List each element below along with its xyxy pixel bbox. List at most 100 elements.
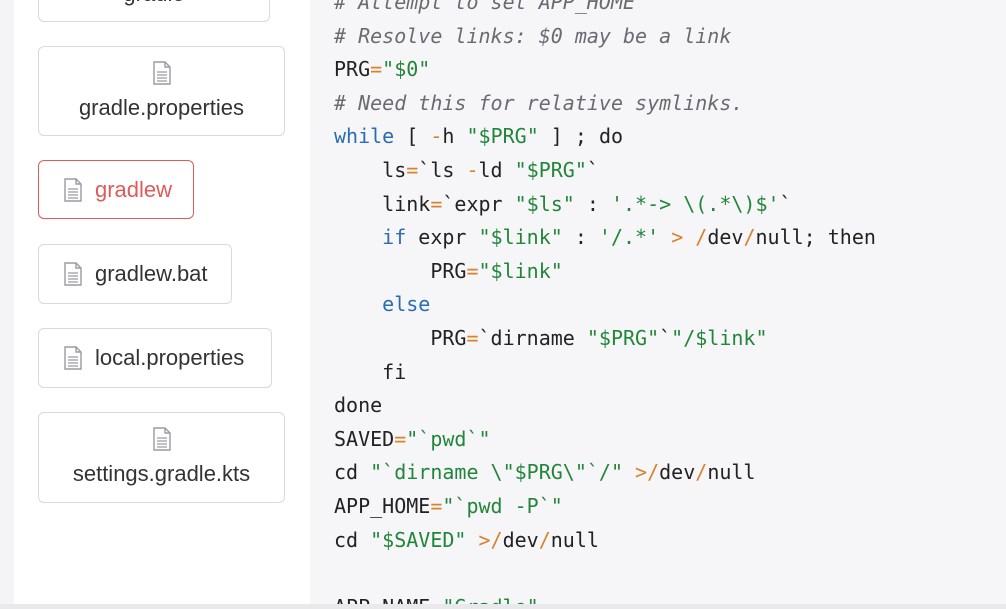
- code-token: =: [430, 595, 442, 604]
- file-item-label: gradle: [123, 0, 184, 7]
- code-token: `dirname: [478, 325, 587, 350]
- code-token: "$PRG": [586, 325, 660, 350]
- code-token: "$PRG": [466, 124, 539, 149]
- code-token: "$0": [382, 57, 431, 82]
- code-token: if: [334, 225, 407, 250]
- code-token: `: [586, 157, 599, 182]
- code-line: PRG="$0": [334, 53, 876, 87]
- bottom-divider: [0, 604, 1006, 609]
- file-icon: [63, 177, 83, 202]
- code-token: dev: [502, 527, 539, 552]
- code-line: PRG=`dirname "$PRG"`"/$link": [334, 322, 876, 356]
- code-token: null: [550, 527, 599, 552]
- code-line: ls=`ls -ld "$PRG"`: [334, 154, 876, 188]
- code-token: /: [538, 527, 551, 552]
- code-line: cd "$SAVED" >/dev/null: [334, 524, 876, 558]
- file-item-label: gradlew.bat: [95, 261, 208, 286]
- code-line: if expr "$link" : '/.*' > /dev/null; the…: [334, 221, 876, 255]
- file-icon: [152, 61, 172, 85]
- file-item-label: local.properties: [95, 345, 245, 370]
- code-token: "`pwd`": [406, 426, 491, 451]
- code-line: PRG="$link": [334, 255, 876, 289]
- code-token: =: [466, 325, 479, 350]
- code-token: =: [466, 258, 479, 283]
- code-token: "$PRG": [514, 157, 587, 182]
- code-token: done: [334, 393, 383, 418]
- code-line: # Resolve links: $0 may be a link: [334, 20, 876, 54]
- code-token: ld: [478, 157, 515, 182]
- code-token: ] ; do: [538, 124, 624, 149]
- file-item-local-properties[interactable]: local.properties: [38, 328, 272, 388]
- code-token: >/: [635, 460, 660, 485]
- code-token: -: [466, 157, 479, 182]
- code-token: fi: [334, 359, 407, 384]
- code-token: APP_NAME: [334, 595, 430, 604]
- code-token: SAVED: [334, 426, 395, 451]
- code-token: else: [334, 292, 431, 317]
- code-token: =: [430, 493, 443, 518]
- code-token: dev: [707, 225, 744, 250]
- code-token: # Need this for relative symlinks.: [334, 90, 744, 115]
- code-token: while: [334, 124, 395, 149]
- code-line: done: [334, 389, 876, 423]
- code-token: >/: [478, 527, 503, 552]
- file-icon: [152, 427, 172, 451]
- code-token: :: [562, 225, 599, 250]
- file-icon: [63, 346, 83, 370]
- code-token: `expr: [442, 191, 515, 216]
- code-token: "`pwd -P`": [442, 493, 563, 518]
- code-line: fi: [334, 356, 876, 390]
- code-line: # Attempt to set APP_HOME: [334, 0, 876, 20]
- code-token: =: [430, 191, 443, 216]
- code-token: -: [430, 124, 443, 149]
- code-token: [: [394, 124, 431, 149]
- file-item-label: gradle.properties: [78, 95, 245, 120]
- code-token: h: [442, 124, 467, 149]
- code-token: cd: [334, 527, 371, 552]
- code-token: cd: [334, 460, 371, 485]
- code-token: "$ls": [514, 191, 575, 216]
- code-line: else: [334, 288, 876, 322]
- code-token: null; then: [755, 225, 876, 250]
- code-token: /: [695, 460, 708, 485]
- code-token: PRG: [334, 258, 467, 283]
- left-gutter: [0, 0, 14, 609]
- code-token: >: [671, 225, 684, 250]
- code-token: "Gradle": [442, 595, 538, 604]
- app-window: gradle gradle.properties gradlew gradlew…: [0, 0, 1006, 609]
- code-token: =: [406, 157, 419, 182]
- code-token: "/$link": [671, 325, 768, 350]
- code-token: =: [394, 426, 407, 451]
- code-token: '.*-> \(.*\)$': [610, 191, 780, 216]
- code-token: `: [659, 325, 672, 350]
- code-viewer[interactable]: # Attempt to set APP_HOME # Resolve links…: [310, 0, 1006, 604]
- code-token: `: [779, 191, 792, 216]
- code-token: ls: [334, 157, 407, 182]
- code-token: `ls: [418, 157, 467, 182]
- file-item-label: gradlew: [95, 176, 173, 202]
- code-token: dev: [659, 460, 696, 485]
- code-token: /: [695, 225, 708, 250]
- code-line: SAVED="`pwd`": [334, 423, 876, 457]
- file-item-gradle[interactable]: gradle: [38, 0, 270, 22]
- file-item-label: settings.gradle.kts: [72, 461, 251, 486]
- code-token: "$link": [478, 258, 563, 283]
- code-token: APP_HOME: [334, 493, 431, 518]
- code-token: "$SAVED": [370, 527, 467, 552]
- code-line: APP_HOME="`pwd -P`": [334, 490, 876, 524]
- file-item-gradlew-bat[interactable]: gradlew.bat: [38, 244, 232, 304]
- file-item-settings-gradle-kts[interactable]: settings.gradle.kts: [38, 412, 285, 503]
- code-token: expr: [406, 225, 479, 250]
- code-token: '/.*': [598, 225, 660, 250]
- code-token: =: [370, 57, 383, 82]
- code-token: "`dirname \"$PRG\"`/": [370, 460, 623, 485]
- code-line: link=`expr "$ls" : '.*-> \(.*\)$'`: [334, 188, 876, 222]
- file-item-gradlew[interactable]: gradlew: [38, 160, 194, 219]
- code-token: # Resolve links: $0 may be a link: [334, 23, 732, 48]
- file-item-gradle-properties[interactable]: gradle.properties: [38, 46, 285, 136]
